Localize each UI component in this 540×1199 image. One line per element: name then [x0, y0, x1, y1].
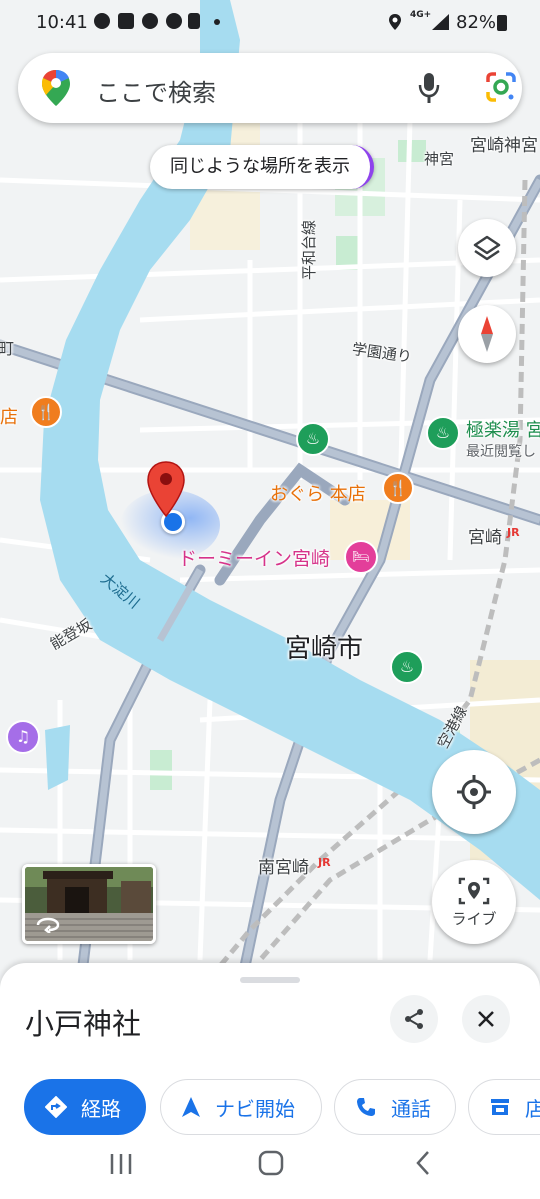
layers-icon [473, 235, 501, 261]
start-navigation-button[interactable]: ナビ開始 [160, 1079, 322, 1135]
location-status-icon [389, 14, 401, 30]
home-icon[interactable] [258, 1150, 284, 1176]
restaurant-icon-ogura[interactable]: 🍴 [382, 472, 414, 504]
network-type: 4G+ [410, 10, 432, 20]
label-miyazaki-jingu-station[interactable]: 宮崎神宮 [470, 131, 538, 156]
label-miyazaki-city[interactable]: 宮崎市 [285, 628, 363, 665]
search-input[interactable]: ここで検索 [96, 73, 216, 108]
recent-apps-icon[interactable] [108, 1152, 134, 1176]
close-button[interactable] [462, 995, 510, 1043]
street-view-rotate-icon [36, 917, 60, 933]
label-machi: 町 [0, 339, 15, 358]
spa-icon-2[interactable]: ♨ [426, 416, 460, 450]
phone-icon [357, 1098, 375, 1116]
restaurant-icon[interactable]: 🍴 [30, 396, 62, 428]
back-icon[interactable] [414, 1150, 432, 1176]
label-miyazaki-station[interactable]: 宮崎 [468, 523, 502, 548]
store-button[interactable]: 店 [468, 1079, 540, 1135]
share-button[interactable] [390, 995, 438, 1043]
notification-icon [166, 13, 182, 29]
microphone-icon[interactable] [416, 71, 442, 105]
hotel-icon[interactable]: 🛏 [344, 540, 378, 574]
directions-label: 経路 [81, 1096, 121, 1121]
notification-icon [94, 13, 110, 29]
notification-icon [142, 13, 158, 29]
share-icon [405, 1009, 423, 1029]
call-button[interactable]: 通話 [334, 1079, 456, 1135]
label-ogura[interactable]: おぐら 本店 [270, 480, 366, 506]
search-bar[interactable]: ここで検索 [18, 53, 522, 123]
google-lens-icon[interactable] [484, 70, 518, 104]
navigation-label: ナビ開始 [215, 1096, 295, 1121]
label-restaurant-left[interactable]: 店 [0, 403, 18, 429]
label-recently-viewed: 最近閲覧し [466, 444, 536, 460]
music-venue-icon[interactable]: ♫ [6, 720, 40, 754]
battery-icon [497, 15, 507, 31]
navigation-icon [182, 1097, 200, 1117]
screen: 宮崎神宮 神宮 平和台線 学園通り 町 店 🍴 ♨ ♨ 極楽湯 宮 最近閲覧し … [0, 0, 540, 1199]
my-location-button[interactable] [432, 750, 516, 834]
compass-button[interactable] [458, 305, 516, 363]
google-maps-logo-icon [42, 70, 70, 106]
crosshair-icon [457, 775, 491, 809]
directions-button[interactable]: 経路 [24, 1079, 146, 1135]
store-icon [491, 1099, 509, 1115]
directions-icon [45, 1096, 67, 1118]
compass-icon [481, 316, 493, 352]
spa-icon[interactable]: ♨ [296, 422, 330, 456]
place-bottom-sheet[interactable]: 小戸神社 経路 ナビ開始 通話 店 [0, 963, 540, 1138]
notification-icon [188, 13, 200, 29]
call-label: 通話 [391, 1096, 431, 1121]
label-jingu[interactable]: 神宮 [424, 148, 454, 169]
jr-logo-icon-2: JR [318, 856, 331, 869]
battery-percent: 82% [456, 12, 497, 33]
jr-logo-icon: JR [507, 526, 520, 539]
status-bar: 10:41 4G+ 82% [0, 0, 540, 46]
live-view-button[interactable]: ライブ [432, 860, 516, 944]
label-hirawadai-line: 平和台線 [300, 219, 318, 280]
live-view-label: ライブ [451, 909, 497, 928]
status-time: 10:41 [36, 12, 88, 33]
notification-icon [118, 13, 134, 29]
drag-handle[interactable] [240, 977, 300, 983]
spa-icon-3[interactable]: ♨ [390, 650, 424, 684]
signal-icon [432, 14, 449, 30]
place-pin-icon[interactable] [146, 460, 186, 518]
live-view-icon [458, 877, 490, 904]
label-dormy-inn[interactable]: ドーミーイン宮崎 [178, 544, 330, 571]
layers-button[interactable] [458, 219, 516, 277]
label-gokurakuyu[interactable]: 極楽湯 宮 [466, 416, 540, 442]
more-notifications-icon [214, 19, 220, 25]
store-label: 店 [525, 1096, 540, 1121]
place-title: 小戸神社 [25, 1007, 142, 1041]
close-icon [478, 1011, 494, 1027]
system-navigation-bar [0, 1138, 540, 1199]
similar-places-chip[interactable]: 同じような場所を表示 [150, 145, 374, 189]
street-view-thumbnail[interactable] [22, 864, 156, 944]
label-minami-miyazaki[interactable]: 南宮崎 [258, 853, 309, 878]
